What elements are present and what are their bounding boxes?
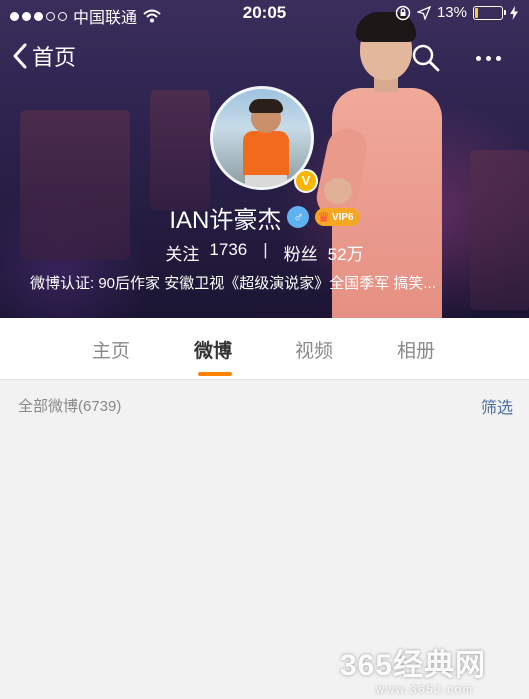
following-label: 关注 [165, 245, 200, 264]
verified-badge-icon: V [294, 169, 318, 193]
crown-icon: ♛ [317, 209, 330, 225]
charging-bolt-icon [510, 5, 518, 20]
profile-stats: 关注 1736 | 粉丝 52万 [0, 240, 529, 265]
active-tab-indicator [198, 372, 232, 376]
site-watermark: 365经典网 www.365J.com [340, 640, 525, 696]
username: IAN许豪杰 [169, 206, 282, 234]
tab-albums[interactable]: 相册 [397, 336, 435, 363]
battery-icon [473, 5, 506, 20]
profile-header: 中国联通 20:05 13% 首页 V IAN许豪杰 ♂ ♛ VIP6 关注 1… [0, 0, 529, 318]
followers-label: 粉丝 [283, 245, 318, 264]
tab-videos[interactable]: 视频 [295, 336, 333, 363]
vip-label: VIP6 [331, 211, 354, 223]
top-navigation: 首页 [0, 36, 529, 80]
watermark-main: 365经典网 [340, 649, 487, 682]
battery-percent: 13% [436, 4, 467, 21]
following-stat[interactable]: 关注 1736 [165, 240, 247, 265]
background-seat [20, 110, 130, 260]
male-gender-icon: ♂ [287, 206, 310, 228]
back-button[interactable]: 首页 [12, 40, 76, 72]
search-icon [412, 44, 440, 72]
following-count: 1736 [209, 240, 248, 259]
status-bar: 中国联通 20:05 13% [0, 0, 529, 27]
watermark-sub: www.365J.com [376, 684, 474, 696]
rotation-lock-icon [395, 5, 411, 20]
more-dots-icon [475, 55, 481, 61]
location-arrow-icon [416, 5, 431, 20]
chevron-left-icon [13, 43, 27, 69]
profile-tabs: 主页 微博 视频 相册 [0, 318, 529, 380]
filter-button[interactable]: 筛选 [481, 394, 513, 418]
vip-badge[interactable]: ♛ VIP6 [315, 208, 360, 226]
filter-bar: 全部微博(6739) 筛选 [0, 381, 529, 425]
profile-name-row: IAN许豪杰 ♂ ♛ VIP6 [0, 200, 529, 234]
tab-home[interactable]: 主页 [92, 336, 130, 363]
more-options-button[interactable] [468, 46, 508, 70]
stats-separator: | [263, 240, 268, 259]
followers-stat[interactable]: 粉丝 52万 [284, 240, 364, 265]
back-label: 首页 [32, 45, 77, 70]
background-seat [150, 90, 210, 210]
search-button[interactable] [410, 42, 442, 74]
tab-weibo[interactable]: 微博 [194, 336, 232, 363]
certification-text[interactable]: 微博认证: 90后作家 安徽卫视《超级演说家》全国季军 搞笑... [30, 272, 500, 293]
followers-count: 52万 [327, 245, 364, 264]
post-count-label: 全部微博(6739) [18, 398, 122, 415]
